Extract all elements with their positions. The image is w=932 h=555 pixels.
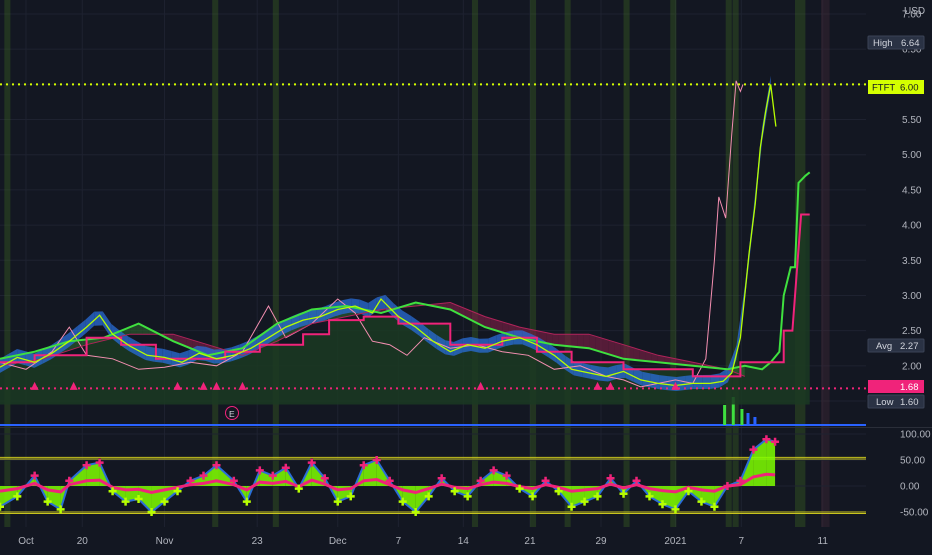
- svg-text:High: High: [873, 38, 893, 49]
- blue-ribbon-segment: [582, 363, 591, 379]
- x-tick-label: 2021: [664, 536, 687, 547]
- blue-ribbon-segment: [650, 373, 660, 390]
- x-tick-label: 20: [77, 536, 89, 547]
- y-tick-label: 2.00: [902, 361, 922, 372]
- blue-ribbon-segment: [214, 349, 223, 364]
- cloud-segment: [558, 334, 565, 346]
- y-tick-label: 3.50: [902, 256, 922, 267]
- x-tick-label: Nov: [156, 536, 174, 547]
- svg-text:Avg: Avg: [876, 341, 892, 352]
- svg-text:Low: Low: [876, 397, 894, 408]
- x-tick-label: 21: [524, 536, 536, 547]
- volume-bar: [746, 413, 750, 425]
- chart-stage[interactable]: 7.006.506.005.505.004.504.003.503.002.50…: [0, 0, 932, 550]
- highlight-band: [4, 0, 11, 527]
- x-tick-label: 29: [595, 536, 607, 547]
- volume-bar: [740, 409, 744, 425]
- cloud-segment: [583, 334, 590, 349]
- cloud-segment: [552, 333, 559, 346]
- x-tick-label: 7: [396, 536, 402, 547]
- currency-label: USD: [904, 6, 925, 17]
- y-tick-label: 5.50: [902, 115, 922, 126]
- cloud-segment: [570, 334, 578, 348]
- svg-text:FTFT: FTFT: [872, 83, 895, 94]
- blue-ribbon-segment: [573, 361, 583, 378]
- pink-level-tag: 1.68: [868, 380, 924, 393]
- last-price-tag: FTFT 6.00: [868, 80, 924, 94]
- osc-tick-label: 0.00: [900, 482, 920, 493]
- osc-tick-label: 50.00: [900, 456, 925, 467]
- osc-tick-label: 100.00: [900, 430, 931, 441]
- svg-text:1.60: 1.60: [900, 397, 919, 408]
- svg-text:E: E: [229, 409, 235, 419]
- svg-text:1.68: 1.68: [900, 382, 919, 393]
- x-tick-label: Oct: [18, 536, 34, 547]
- x-tick-label: Dec: [329, 536, 347, 547]
- chart-background: [0, 0, 932, 550]
- y-tick-label: 3.00: [902, 291, 922, 302]
- x-tick-label: 14: [458, 536, 470, 547]
- highlight-band: [670, 0, 677, 527]
- y-tick-label: 5.00: [902, 150, 922, 161]
- low-tag: Low 1.60: [867, 394, 925, 409]
- highlight-band: [564, 0, 571, 527]
- svg-text:6.00: 6.00: [900, 83, 919, 94]
- x-tick-label: 7: [739, 536, 745, 547]
- chart-svg[interactable]: 7.006.506.005.505.004.504.003.503.002.50…: [0, 0, 932, 550]
- osc-fill-segment: [766, 439, 776, 486]
- svg-text:2.27: 2.27: [900, 341, 919, 352]
- highlight-band: [623, 0, 630, 527]
- highlight-band: [471, 0, 479, 527]
- blue-ribbon-segment: [145, 345, 155, 362]
- x-tick-label: 23: [252, 536, 264, 547]
- cloud-segment: [577, 334, 584, 348]
- y-tick-label: 4.00: [902, 221, 922, 232]
- cloud-segment: [620, 343, 627, 360]
- highlight-band: [725, 0, 732, 527]
- svg-text:6.64: 6.64: [901, 38, 920, 49]
- highlight-band: [529, 0, 537, 527]
- highlight-band: [820, 0, 830, 527]
- average-tag: Avg 2.27: [867, 338, 925, 353]
- high-tag: High 6.64: [867, 35, 925, 50]
- volume-bar: [723, 405, 727, 425]
- x-tick-label: 11: [818, 536, 829, 547]
- earnings-marker[interactable]: E: [225, 406, 239, 420]
- y-tick-label: 4.50: [902, 185, 922, 196]
- y-tick-label: 2.50: [902, 326, 922, 337]
- volume-bar: [753, 417, 757, 425]
- highlight-band: [212, 0, 219, 527]
- highlight-band: [272, 0, 279, 527]
- osc-tick-label: -50.00: [900, 508, 929, 519]
- highlight-band: [732, 0, 739, 527]
- cloud-segment: [564, 334, 571, 347]
